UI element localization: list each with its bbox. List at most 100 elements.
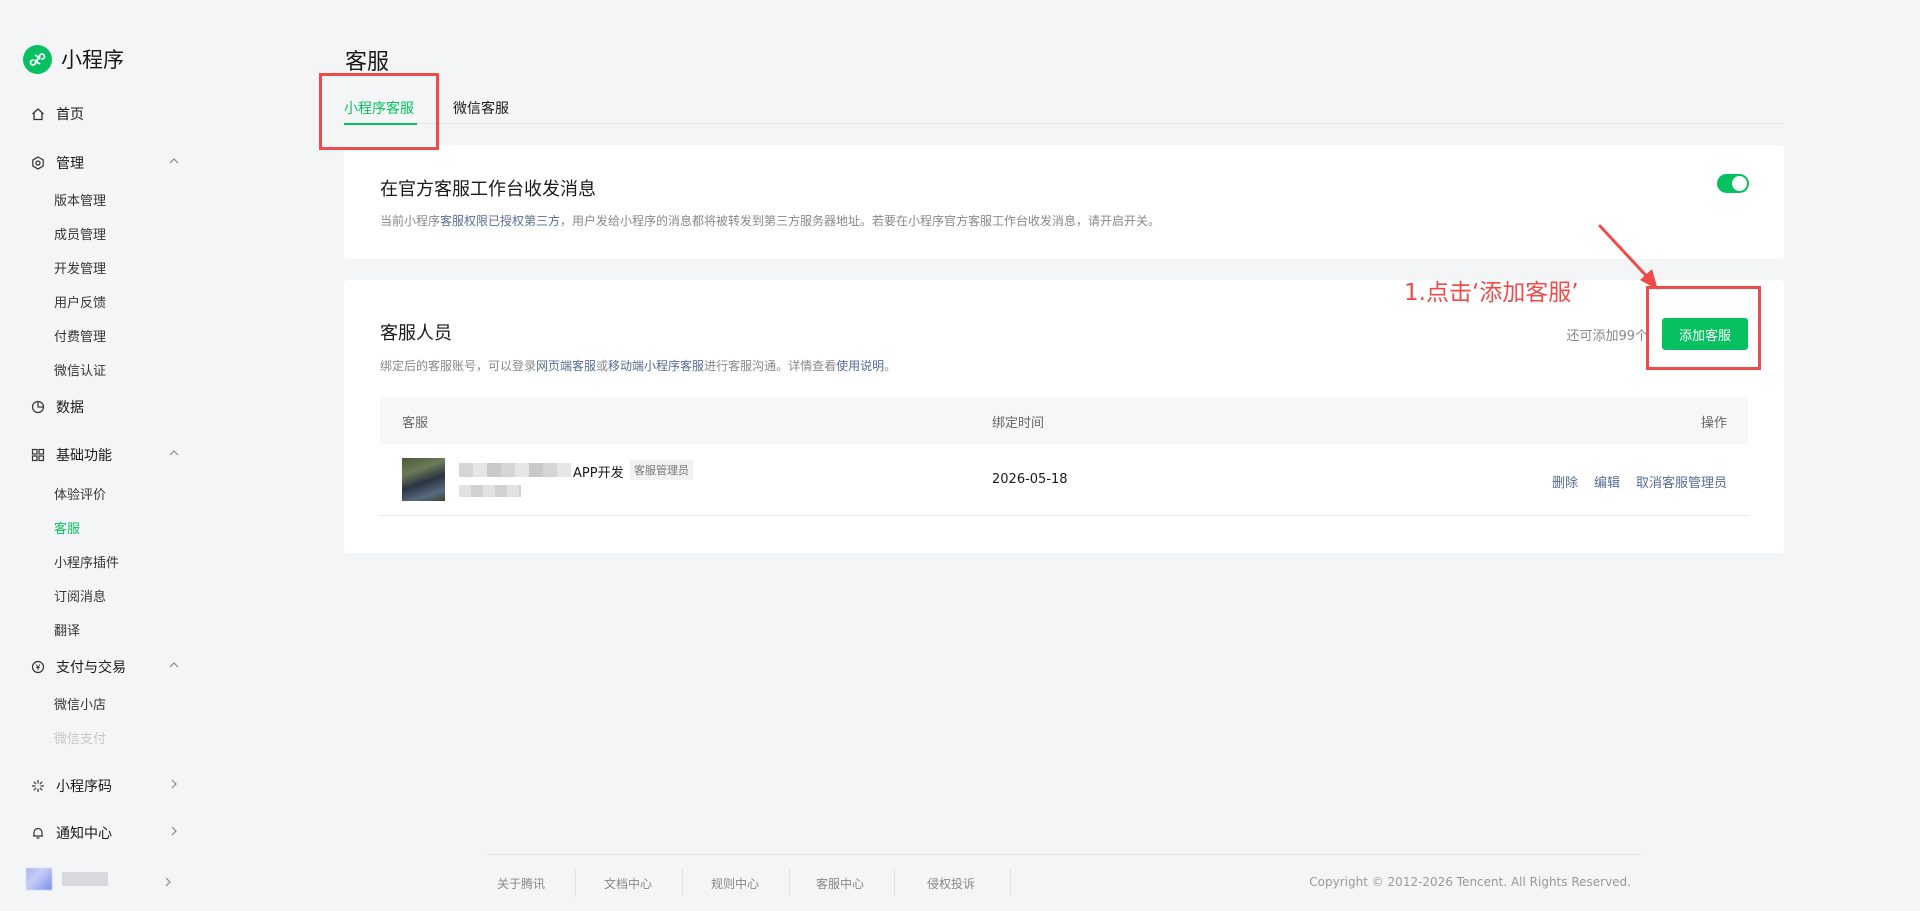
desc-text: 。: [884, 359, 897, 373]
nav-home-label: 首页: [56, 107, 84, 123]
home-icon: [30, 106, 46, 122]
edit-button[interactable]: 编辑: [1594, 472, 1620, 491]
chevron-up-icon: [168, 447, 180, 463]
nav-data[interactable]: 数据: [30, 396, 180, 418]
nav-notify[interactable]: 通知中心: [30, 822, 180, 844]
sidebar-item-subscribe[interactable]: 订阅消息: [54, 586, 106, 605]
staff-table: 客服 绑定时间 操作 APP开发 客服管理员 2026-05-18 删除 编辑 …: [380, 398, 1748, 516]
desc-text: 绑定后的客服账号，可以登录: [380, 359, 537, 373]
staff-title: 客服人员: [380, 323, 452, 344]
sidebar-item-payment-mgmt[interactable]: 付费管理: [54, 326, 106, 345]
table-header: 客服 绑定时间 操作: [380, 398, 1748, 444]
tab-bar: 小程序客服 微信客服: [344, 96, 1784, 125]
desc-text: ，用户发给小程序的消息都将被转发到第三方服务器地址。若要在小程序官方客服工作台收…: [560, 214, 1161, 228]
tab-wechat-service[interactable]: 微信客服: [453, 98, 509, 118]
sidebar-item-members[interactable]: 成员管理: [54, 224, 106, 243]
desc-text: 进行客服沟通。详情查看: [704, 359, 837, 373]
footer-divider: [894, 869, 895, 897]
copyright: Copyright © 2012-2026 Tencent. All Right…: [1309, 875, 1631, 889]
sidebar-item-verify[interactable]: 微信认证: [54, 360, 106, 379]
nav-basic-label: 基础功能: [56, 448, 112, 464]
staff-desc: 绑定后的客服账号，可以登录网页端客服或移动端小程序客服进行客服沟通。详情查看使用…: [380, 357, 896, 374]
auth-third-party-link[interactable]: 客服权限已授权第三方: [440, 214, 560, 228]
account-name-redacted: [62, 872, 108, 886]
footer-link-about[interactable]: 关于腾讯: [497, 875, 545, 892]
avatar: [26, 868, 52, 890]
footer-divider: [789, 869, 790, 897]
agent-name: APP开发: [573, 466, 624, 481]
nav-pay[interactable]: 支付与交易: [30, 656, 180, 678]
sidebar-item-plugins[interactable]: 小程序插件: [54, 552, 119, 571]
page-title: 客服: [345, 50, 390, 75]
annotation-arrow-icon: [1598, 224, 1658, 290]
sidebar-item-review[interactable]: 体验评价: [54, 484, 106, 503]
chevron-right-icon: [168, 825, 180, 841]
chevron-up-icon: [168, 659, 180, 675]
mobile-service-link[interactable]: 移动端小程序客服: [608, 359, 704, 373]
redacted-name: [459, 463, 571, 477]
account-switcher[interactable]: [26, 868, 110, 890]
redacted-id: [459, 485, 521, 497]
nav-home[interactable]: 首页: [30, 103, 180, 125]
footer: 关于腾讯 文档中心 规则中心 客服中心 侵权投诉 Copyright © 201…: [487, 854, 1641, 900]
sidebar-item-feedback[interactable]: 用户反馈: [54, 292, 106, 311]
footer-link-service[interactable]: 客服中心: [816, 875, 864, 892]
bell-icon: [30, 825, 46, 841]
sidebar-item-version[interactable]: 版本管理: [54, 190, 106, 209]
usage-guide-link[interactable]: 使用说明: [836, 359, 884, 373]
avatar: [402, 458, 445, 501]
footer-link-complaint[interactable]: 侵权投诉: [927, 875, 975, 892]
row-actions: 删除 编辑 取消客服管理员: [1552, 472, 1727, 491]
workbench-toggle[interactable]: [1717, 174, 1749, 193]
app-name: 小程序: [61, 48, 124, 72]
yen-icon: [30, 659, 46, 675]
sidebar-item-customer-service[interactable]: 客服: [54, 518, 80, 537]
chevron-right-icon[interactable]: [162, 873, 174, 892]
column-header-bind-time: 绑定时间: [992, 416, 1045, 431]
delete-button[interactable]: 删除: [1552, 472, 1578, 491]
column-header-ops: 操作: [1700, 416, 1727, 431]
toggle-knob: [1732, 176, 1747, 191]
mini-program-icon: [23, 44, 52, 74]
sidebar: 小程序 首页 管理 版本管理 成员管理 开发管理 用户反馈 付费管理 微信认证 …: [0, 0, 200, 911]
annotation-highlight-add-button: [1646, 286, 1761, 370]
footer-link-docs[interactable]: 文档中心: [604, 875, 652, 892]
grid-icon: [30, 447, 46, 463]
annotation-highlight-tab: [319, 73, 439, 150]
remaining-count: 还可添加99个: [1566, 329, 1648, 344]
footer-link-rules[interactable]: 规则中心: [711, 875, 759, 892]
nav-data-label: 数据: [56, 400, 84, 416]
chevron-right-icon: [168, 778, 180, 794]
nav-pay-label: 支付与交易: [56, 660, 126, 676]
nav-qrcode[interactable]: 小程序码: [30, 775, 180, 797]
sidebar-item-wxpay[interactable]: 微信支付: [54, 728, 106, 747]
nav-qrcode-label: 小程序码: [56, 779, 112, 795]
footer-divider: [1010, 869, 1011, 897]
sidebar-item-dev[interactable]: 开发管理: [54, 258, 106, 277]
workbench-desc: 当前小程序客服权限已授权第三方，用户发给小程序的消息都将被转发到第三方服务器地址…: [380, 212, 1160, 229]
nav-basic[interactable]: 基础功能: [30, 444, 180, 466]
bind-time: 2026-05-18: [992, 472, 1068, 487]
table-row: APP开发 客服管理员 2026-05-18 删除 编辑 取消客服管理员: [380, 444, 1748, 516]
sidebar-item-translate[interactable]: 翻译: [54, 620, 80, 639]
revoke-admin-button[interactable]: 取消客服管理员: [1636, 472, 1727, 491]
nav-manage-label: 管理: [56, 156, 84, 172]
nav-notify-label: 通知中心: [56, 826, 112, 842]
nav-manage[interactable]: 管理: [30, 152, 180, 174]
web-service-link[interactable]: 网页端客服: [536, 359, 596, 373]
desc-text: 或: [596, 359, 609, 373]
qrcode-icon: [30, 778, 46, 794]
annotation-label: 1.点击‘添加客服’: [1404, 280, 1579, 306]
desc-text: 当前小程序: [380, 214, 441, 228]
pie-chart-icon: [30, 399, 46, 415]
staff-card: 客服人员 绑定后的客服账号，可以登录网页端客服或移动端小程序客服进行客服沟通。详…: [344, 280, 1784, 553]
role-badge: 客服管理员: [630, 460, 693, 480]
sidebar-item-shop[interactable]: 微信小店: [54, 694, 106, 713]
workbench-title: 在官方客服工作台收发消息: [380, 179, 596, 200]
chevron-up-icon: [168, 155, 180, 171]
app-logo[interactable]: 小程序: [23, 44, 124, 74]
footer-divider: [682, 869, 683, 897]
settings-icon: [30, 155, 46, 171]
workbench-card: 在官方客服工作台收发消息 当前小程序客服权限已授权第三方，用户发给小程序的消息都…: [344, 145, 1784, 259]
column-header-agent: 客服: [402, 416, 429, 431]
